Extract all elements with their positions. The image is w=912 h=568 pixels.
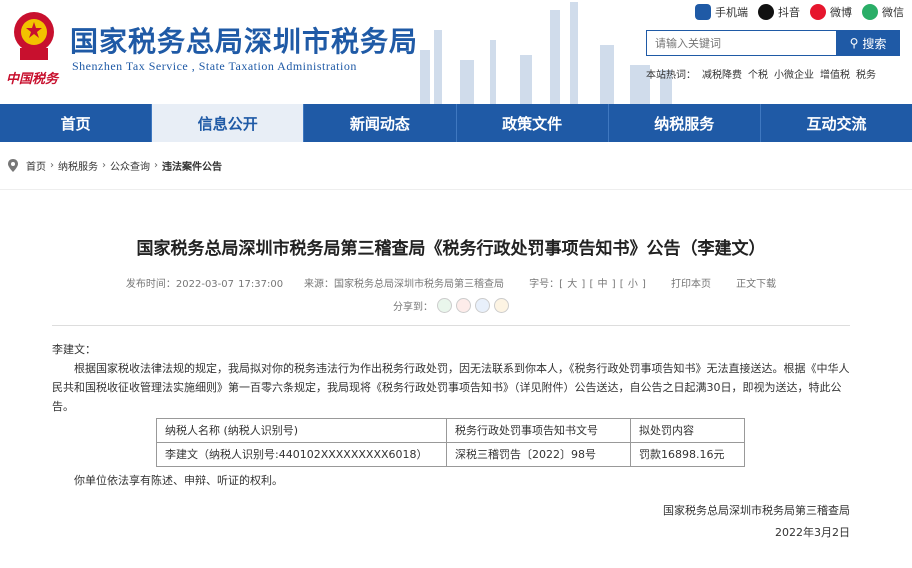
article-title: 国家税务总局深圳市税务局第三稽查局《税务行政处罚事项告知书》公告（李建文）	[136, 239, 766, 259]
font-size-medium[interactable]: 中	[598, 279, 608, 290]
breadcrumb-home[interactable]: 首页	[26, 158, 46, 173]
divider	[52, 325, 850, 326]
salutation: 李建文：	[52, 343, 96, 356]
nav-tax-service[interactable]: 纳税服务	[609, 104, 761, 142]
signing-date: 2022年3月2日	[775, 526, 850, 539]
share-bar: 分享到：	[52, 298, 850, 313]
wechat-icon	[862, 4, 878, 20]
site-subtitle: Shenzhen Tax Service , State Taxation Ad…	[72, 59, 357, 73]
douyin-icon	[758, 4, 774, 20]
breadcrumb-separator: ›	[50, 160, 54, 171]
breadcrumb-separator: ›	[154, 160, 158, 171]
table-cell: 李建文（纳税人识别号:440102XXXXXXXXX6018）	[156, 442, 447, 467]
rights-paragraph: 你单位依法享有陈述、申辩、听证的权利。	[74, 474, 283, 487]
hot-words-label: 本站热词：	[646, 70, 696, 81]
print-link[interactable]: 打印本页	[671, 279, 711, 290]
search-bar: ⚲ 搜索	[646, 30, 900, 56]
hot-words: 本站热词： 减税降费 个税 小微企业 增值税 税务	[646, 66, 876, 81]
font-size-label: 字号：	[529, 279, 560, 290]
share-weibo-icon[interactable]	[456, 298, 471, 313]
nav-interaction[interactable]: 互动交流	[761, 104, 912, 142]
search-input[interactable]	[646, 30, 836, 56]
site-header: 中国税务 国家税务总局深圳市税务局 Shenzhen Tax Service ,…	[0, 0, 912, 104]
hot-word[interactable]: 个税	[748, 66, 768, 81]
hot-word[interactable]: 税务	[856, 66, 876, 81]
share-qzone-icon[interactable]	[494, 298, 509, 313]
download-link[interactable]: 正文下载	[736, 279, 776, 290]
table-header: 拟处罚内容	[630, 418, 745, 443]
table-header-row: 纳税人名称 (纳税人识别号) 税务行政处罚事项告知书文号 拟处罚内容	[156, 418, 745, 443]
location-pin-icon	[8, 159, 18, 172]
china-tax-logo-text: 中国税务	[6, 72, 59, 87]
search-button-label: 搜索	[862, 36, 887, 51]
search-icon: ⚲	[849, 36, 859, 50]
hot-word[interactable]: 增值税	[820, 66, 850, 81]
tax-emblem-icon	[14, 12, 54, 60]
mobile-link[interactable]: 手机端	[695, 4, 748, 20]
share-label: 分享到：	[393, 302, 433, 313]
table-cell: 深税三稽罚告〔2022〕98号	[446, 442, 631, 467]
font-size-large[interactable]: 大	[567, 279, 577, 290]
hot-word[interactable]: 减税降费	[702, 66, 742, 81]
mobile-label: 手机端	[715, 6, 748, 19]
weibo-link[interactable]: 微博	[810, 4, 852, 20]
font-size-small[interactable]: 小	[628, 279, 638, 290]
mobile-icon	[695, 4, 711, 20]
wechat-link[interactable]: 微信	[862, 4, 904, 20]
wechat-label: 微信	[882, 6, 904, 19]
breadcrumb-public-query[interactable]: 公众查询	[110, 158, 150, 173]
article: 国家税务总局深圳市税务局第三稽查局《税务行政处罚事项告知书》公告（李建文） 发布…	[0, 234, 912, 544]
notice-paragraph: 根据国家税收法律法规的规定，我局拟对你的税务违法行为作出税务行政处罚，因无法联系…	[52, 362, 850, 413]
publish-time: 发布时间：2022-03-07 17:37:00	[125, 279, 284, 290]
nav-news[interactable]: 新闻动态	[304, 104, 457, 142]
search-button[interactable]: ⚲ 搜索	[836, 30, 900, 56]
main-nav: 首页 信息公开 新闻动态 政策文件 纳税服务 互动交流	[0, 104, 912, 142]
douyin-label: 抖音	[778, 6, 800, 19]
share-qq-icon[interactable]	[475, 298, 490, 313]
hot-word[interactable]: 小微企业	[774, 66, 814, 81]
nav-policy[interactable]: 政策文件	[457, 104, 609, 142]
breadcrumb-separator: ›	[102, 160, 106, 171]
table-cell: 罚款16898.16元	[630, 442, 745, 467]
douyin-link[interactable]: 抖音	[758, 4, 800, 20]
weibo-label: 微博	[830, 6, 852, 19]
breadcrumb: 首页 › 纳税服务 › 公众查询 › 违法案件公告	[0, 142, 912, 190]
social-links: 手机端 抖音 微博 微信	[695, 4, 904, 20]
table-row: 李建文（纳税人识别号:440102XXXXXXXXX6018） 深税三稽罚告〔2…	[156, 442, 745, 467]
signing-organization: 国家税务总局深圳市税务局第三稽查局	[663, 504, 850, 517]
breadcrumb-current[interactable]: 违法案件公告	[162, 158, 222, 173]
site-title[interactable]: 国家税务总局深圳市税务局	[70, 20, 418, 60]
table-header: 纳税人名称 (纳税人识别号)	[156, 418, 447, 443]
table-header: 税务行政处罚事项告知书文号	[446, 418, 631, 443]
nav-info-disclosure[interactable]: 信息公开	[152, 104, 305, 142]
weibo-icon	[810, 4, 826, 20]
breadcrumb-tax-service[interactable]: 纳税服务	[58, 158, 98, 173]
share-wechat-icon[interactable]	[437, 298, 452, 313]
penalty-table: 纳税人名称 (纳税人识别号) 税务行政处罚事项告知书文号 拟处罚内容 李建文（纳…	[156, 418, 745, 467]
signature: 国家税务总局深圳市税务局第三稽查局 2022年3月2日	[52, 500, 850, 544]
article-body: 李建文： 根据国家税收法律法规的规定，我局拟对你的税务违法行为作出税务行政处罚，…	[52, 340, 850, 544]
nav-home[interactable]: 首页	[0, 104, 153, 142]
article-meta: 发布时间：2022-03-07 17:37:00 来源：国家税务总局深圳市税务局…	[125, 279, 777, 290]
article-source: 来源：国家税务总局深圳市税务局第三稽查局	[304, 279, 505, 290]
